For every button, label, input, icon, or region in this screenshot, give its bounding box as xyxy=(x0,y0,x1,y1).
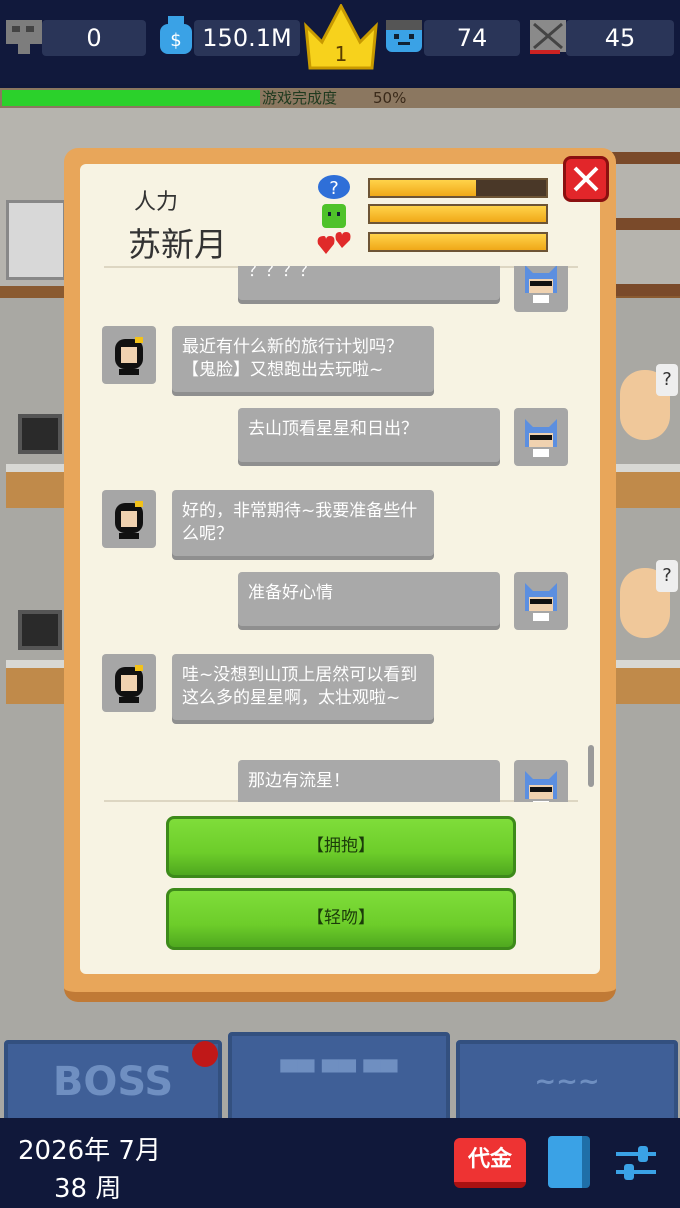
game-date: 2026年 7月 xyxy=(18,1136,161,1166)
love-bar xyxy=(368,232,548,252)
employee-count: 74 xyxy=(424,20,520,56)
chat-message-player: ？？？？ xyxy=(238,266,500,300)
money-display: 150.1M xyxy=(194,20,300,56)
employee-face-icon xyxy=(386,20,422,52)
computer-icon xyxy=(6,20,42,54)
game-week: 38 周 xyxy=(54,1174,122,1204)
player-avatar xyxy=(514,760,568,802)
rank-number: 1 xyxy=(334,42,348,66)
money-bag-icon: $ xyxy=(160,16,192,54)
love-bar-fill xyxy=(370,234,546,250)
close-icon xyxy=(573,166,599,192)
game-progress-bar: 游戏完成度 50% xyxy=(0,88,680,108)
monitor xyxy=(18,610,62,650)
npc-avatar-icon xyxy=(115,337,143,375)
hearts-icon xyxy=(317,232,351,254)
player-avatar-icon xyxy=(525,583,557,621)
rank-crown[interactable]: 1 xyxy=(302,2,380,70)
employee-name: 苏新月 xyxy=(128,225,227,264)
mood-bar xyxy=(368,204,548,224)
npc-avatar xyxy=(102,326,156,384)
shelf xyxy=(610,218,680,230)
chat-log[interactable]: ？？？？ 最近有什么新的旅行计划吗？【鬼脸】又想跑出去玩啦~ 去山顶看星星和日出… xyxy=(100,266,578,802)
npc-avatar xyxy=(102,654,156,712)
npc-avatar-icon xyxy=(115,665,143,703)
chat-message-player: 准备好心情 xyxy=(238,572,500,626)
player-avatar xyxy=(514,572,568,630)
question-heart-icon: ? xyxy=(318,175,350,199)
svg-text:$: $ xyxy=(170,30,181,51)
question-bubble-icon[interactable]: ? xyxy=(656,560,678,592)
pending-count: 0 xyxy=(42,20,146,56)
chat-scrollbar[interactable] xyxy=(588,745,594,787)
player-avatar-icon xyxy=(525,419,557,457)
desk xyxy=(612,660,680,704)
boss-button[interactable]: BOSS xyxy=(4,1040,222,1124)
employee-role: 人力 xyxy=(134,190,179,215)
footer: 2026年 7月 38 周 代金 xyxy=(0,1118,680,1208)
shelf xyxy=(610,152,680,164)
svg-text:?: ? xyxy=(329,178,339,199)
progress-percent: 50% xyxy=(373,89,407,107)
green-face-icon xyxy=(322,204,346,228)
chat-message-npc: 好的，非常期待~我要准备些什么呢？ xyxy=(172,490,434,556)
progress-fill xyxy=(2,90,260,106)
notification-dot xyxy=(192,1041,218,1067)
player-avatar xyxy=(514,266,568,312)
chat-message-npc: 哇~没想到山顶上居然可以看到这么多的星星啊，太壮观啦~ xyxy=(172,654,434,720)
voucher-button[interactable]: 代金 xyxy=(454,1138,526,1188)
bookshelf xyxy=(6,200,66,280)
fight-count: 45 xyxy=(566,20,674,56)
chat-message-player: 那边有流星！ xyxy=(238,760,500,802)
choice-button-hug[interactable]: 【拥抱】 xyxy=(166,816,516,878)
affection-bar-fill xyxy=(370,180,476,196)
player-avatar-icon xyxy=(525,266,557,303)
npc-avatar xyxy=(102,490,156,548)
desk xyxy=(612,464,680,508)
settings-sliders-icon[interactable] xyxy=(612,1138,660,1186)
chat-message-npc: 最近有什么新的旅行计划吗？【鬼脸】又想跑出去玩啦~ xyxy=(172,326,434,392)
player-avatar xyxy=(514,408,568,466)
progress-label: 游戏完成度 xyxy=(262,89,338,107)
chat-message-player: 去山顶看星星和日出？ xyxy=(238,408,500,462)
choice-button-kiss[interactable]: 【轻吻】 xyxy=(166,888,516,950)
monitor xyxy=(18,414,62,454)
departments-button[interactable]: ▀▀ ▀▀ ▀▀ xyxy=(228,1032,450,1124)
book-icon[interactable] xyxy=(548,1136,590,1188)
question-bubble-icon[interactable]: ? xyxy=(656,364,678,396)
player-avatar-icon xyxy=(525,771,557,802)
close-button[interactable] xyxy=(563,156,609,202)
car-button[interactable]: ~~~ xyxy=(456,1040,678,1124)
npc-avatar-icon xyxy=(115,501,143,539)
top-bar: 0 $ 150.1M 1 74 45 xyxy=(0,0,680,84)
affection-bar xyxy=(368,178,548,198)
mood-bar-fill xyxy=(370,206,546,222)
shelf xyxy=(610,284,680,296)
crossed-swords-icon xyxy=(530,20,566,54)
